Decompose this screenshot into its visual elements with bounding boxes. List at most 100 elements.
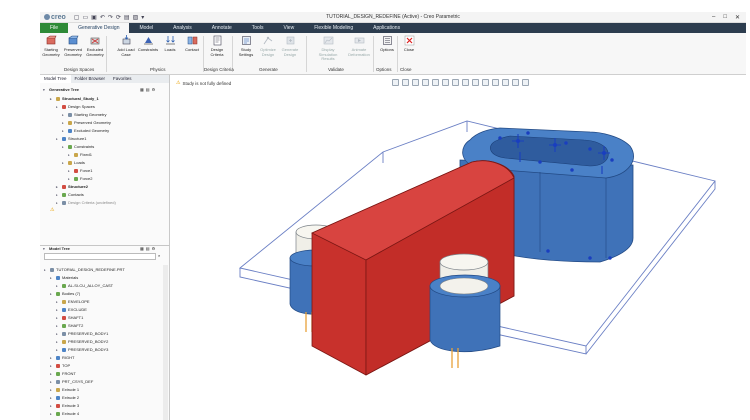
search-icon[interactable]: ⌕ [158,253,160,259]
repaint-icon[interactable] [422,79,429,86]
filter-icon[interactable]: ▤ [146,87,150,93]
loads-button[interactable]: Loads [159,35,181,53]
view-manager-icon[interactable] [452,79,459,86]
tree-item[interactable]: ▸ Extrude 3 [50,403,79,409]
expand-icon[interactable]: ▸ [56,323,60,329]
constraints-button[interactable]: Constraints [137,35,159,53]
tree-item[interactable]: ▸ Structure1 [56,136,86,142]
expand-icon[interactable]: ▸ [50,96,54,102]
graphics-area[interactable]: ⚠ Study is not fully defined [170,75,746,420]
section-icon[interactable] [502,79,509,86]
undo-icon[interactable]: ↶ [100,14,105,21]
tree-item[interactable]: ▸ Contacts [56,192,84,198]
expand-icon[interactable]: ▸ [50,387,54,393]
redo-icon[interactable]: ↷ [108,14,113,21]
expand-icon[interactable]: ▸ [50,395,54,401]
tab-model[interactable]: Model [129,23,163,33]
collapse-icon[interactable]: ▾ [43,87,47,93]
open-file-icon[interactable]: ▭ [82,14,88,21]
zoom-out-icon[interactable] [412,79,419,86]
settings-icon[interactable]: ⚙ [152,87,156,93]
tab-favorites[interactable]: Favorites [109,75,136,83]
tree-item[interactable]: ▸ Constraints [62,144,94,150]
expand-icon[interactable]: ▸ [68,152,72,158]
tree-item[interactable]: ▸ EXCLUDE [56,307,87,313]
tree-item[interactable]: ▸ PRESERVED_BODY3 [56,347,108,353]
tree-item[interactable]: ▸ TUTORIAL_DESIGN_REDEFINE.PRT [44,267,125,273]
expand-icon[interactable]: ▸ [50,355,54,361]
tree-item[interactable]: ▸ Preserved Geometry [62,120,111,126]
show-icon[interactable]: ▦ [140,246,144,252]
tree-item[interactable]: ▸ Extrude 1 [50,387,79,393]
contact-button[interactable]: Contact [181,35,203,53]
expand-icon[interactable]: ▸ [68,168,72,174]
expand-icon[interactable]: ▸ [62,112,66,118]
new-file-icon[interactable]: ▢ [74,14,80,21]
saved-orientations-icon[interactable] [442,79,449,86]
expand-icon[interactable]: ▸ [56,339,60,345]
tree-item[interactable]: ▸ Starting Geometry [62,112,106,118]
expand-icon[interactable]: ▸ [50,275,54,281]
tab-analysis[interactable]: Analysis [163,23,202,33]
tab-model-tree[interactable]: Model Tree [40,75,71,83]
annotation-display-icon[interactable] [482,79,489,86]
tree-item[interactable]: ▸ Structure2 [56,184,88,190]
tree-item[interactable]: ▸ Materials [50,275,78,281]
expand-icon[interactable]: ▸ [44,267,48,273]
regenerate-icon[interactable]: ⟳ [116,14,121,21]
tab-file[interactable]: File [40,23,69,33]
tree-item[interactable]: ▸ TOP [50,363,70,369]
animate-deformation-button[interactable]: Animate Deformation [345,35,373,57]
tree-item[interactable]: ▸ Bodies (7) [50,291,80,297]
expand-icon[interactable]: ▸ [56,283,60,289]
datum-display-icon[interactable] [472,79,479,86]
expand-icon[interactable]: ▸ [62,144,66,150]
appearance-icon[interactable] [512,79,519,86]
expand-icon[interactable]: ▸ [50,371,54,377]
tab-view[interactable]: View [273,23,304,33]
show-icon[interactable]: ▦ [140,87,144,93]
add-load-case-button[interactable]: Add Load Case [115,35,137,57]
expand-icon[interactable]: ▸ [62,160,66,166]
expand-icon[interactable]: ▸ [56,104,60,110]
design-criteria-button[interactable]: Design Criteria [206,35,228,57]
tree-item[interactable]: ▸ Structural_Study_1 [50,96,99,102]
tree-item[interactable]: ▸ Design Criteria (undefined) [56,200,116,206]
zoom-in-icon[interactable] [402,79,409,86]
tree-item[interactable]: ▸ Loads [62,160,85,166]
tree-item[interactable]: ▸ ENVELOPE [56,299,90,305]
windows-icon[interactable]: ▤ [124,14,130,21]
expand-icon[interactable]: ▸ [56,200,60,206]
expand-icon[interactable]: ▸ [50,403,54,409]
tab-generative-design[interactable]: Generative Design [68,23,130,33]
settings-icon[interactable]: ⚙ [152,246,156,252]
tree-item[interactable]: ▸ PRT_CSYS_DEF [50,379,93,385]
close-window-icon[interactable]: ▨ [133,14,139,21]
expand-icon[interactable]: ▸ [56,299,60,305]
tree-item[interactable]: ▸ Fixed1 [68,152,92,158]
tab-annotate[interactable]: Annotate [202,23,242,33]
tree-item[interactable]: ▸ Extrude 4 [50,411,79,417]
expand-icon[interactable]: ▸ [56,184,60,190]
tree-item[interactable]: ▸ RIGHT [50,355,74,361]
tree-item[interactable]: ▸ PRESERVED_BODY2 [56,339,108,345]
generate-design-button[interactable]: Generate Design [279,35,301,57]
tree-item[interactable]: ▸ Force1 [68,168,92,174]
filter-icon[interactable]: ▤ [146,246,150,252]
tab-tools[interactable]: Tools [242,23,274,33]
close-icon[interactable]: ✕ [735,14,740,21]
optimize-design-button[interactable]: Optimize Design [257,35,279,57]
tree-item[interactable]: ▸ Design Spaces [56,104,95,110]
tab-applications[interactable]: Applications [363,23,410,33]
expand-icon[interactable]: ▸ [56,331,60,337]
tree-item[interactable]: ▸ AL-SI-CU_ALLOY_CAST [56,283,113,289]
excluded-geometry-button[interactable]: Excluded Geometry [84,35,106,57]
study-settings-button[interactable]: Study Settings [235,35,257,57]
tab-flexible-modeling[interactable]: Flexible Modeling [304,23,363,33]
close-button[interactable]: Close [398,35,420,53]
expand-icon[interactable]: ▸ [56,136,60,142]
expand-icon[interactable]: ▸ [50,291,54,297]
customize-dropdown-icon[interactable]: ▾ [141,14,144,21]
pause-icon[interactable] [522,79,529,86]
display-simulation-results-button[interactable]: Display Simulation Results [313,35,343,62]
